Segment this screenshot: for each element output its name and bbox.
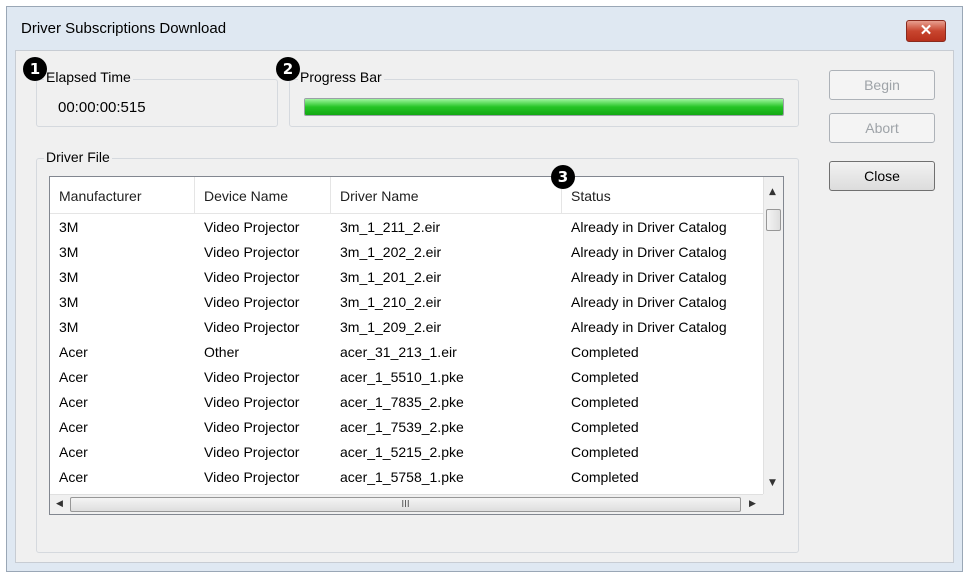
device-name-cell: Video Projector [204,219,300,235]
annotation-badge-3: 3 [551,165,575,189]
manufacturer-cell: 3M [59,244,79,260]
device-name-cell: Video Projector [204,419,300,435]
driver-name-cell: 3m_1_209_2.eir [340,319,442,335]
begin-button[interactable]: Begin [829,70,935,100]
elapsed-time-label: Elapsed Time [44,69,133,85]
vertical-scroll-thumb[interactable] [766,209,781,231]
table-row[interactable]: Acer Other acer_31_213_1.eir Completed [50,340,764,365]
device-name-cell: Video Projector [204,469,300,485]
device-name-cell: Other [204,344,240,360]
column-header-manufacturer[interactable]: Manufacturer [50,177,195,213]
table-row[interactable]: 3M Video Projector 3m_1_202_2.eir Already i… [50,240,764,265]
device-name-cell: Video Projector [204,394,300,410]
manufacturer-cell: 3M [59,219,79,235]
driver-file-list[interactable]: Manufacturer Device Name Driver Name Sta… [49,176,784,515]
status-cell: Completed [571,394,639,410]
manufacturer-cell: Acer [59,444,88,460]
close-button[interactable]: Close [829,161,935,191]
driver-name-cell: 3m_1_202_2.eir [340,244,442,260]
progress-bar [304,98,784,116]
table-row[interactable]: 3M Video Projector 3m_1_211_2.eir Already i… [50,215,764,240]
progress-bar-fill [305,99,783,115]
scroll-left-arrow-icon[interactable]: ◀ [56,499,63,509]
device-name-cell: Video Projector [204,319,300,335]
abort-button[interactable]: Abort [829,113,935,143]
column-header-device-name[interactable]: Device Name [195,177,331,213]
status-cell: Already in Driver Catalog [571,294,727,310]
status-cell: Completed [571,344,639,360]
window-title: Driver Subscriptions Download [21,20,227,37]
scroll-down-arrow-icon[interactable]: ▼ [769,478,776,488]
progress-label: Progress Bar [298,69,384,85]
driver-name-cell: acer_1_5215_2.pke [340,444,464,460]
device-name-cell: Video Projector [204,269,300,285]
annotation-badge-1: 1 [23,57,47,81]
manufacturer-cell: Acer [59,344,88,360]
driver-name-cell: 3m_1_211_2.eir [340,219,441,235]
manufacturer-cell: 3M [59,269,79,285]
status-cell: Already in Driver Catalog [571,244,727,260]
driver-name-cell: 3m_1_210_2.eir [340,294,442,310]
elapsed-time-value: 00:00:00:515 [58,99,146,116]
driver-name-cell: acer_31_213_1.eir [340,344,457,360]
table-row[interactable]: Acer Video Projector acer_1_5215_2.pke Comp… [50,440,764,465]
driver-name-cell: acer_1_5510_1.pke [340,369,464,385]
title-bar[interactable]: Driver Subscriptions Download ✕ [7,7,962,50]
column-header-status[interactable]: Status [562,177,764,213]
table-row[interactable]: 3M Video Projector 3m_1_210_2.eir Already i… [50,290,764,315]
device-name-cell: Video Projector [204,244,300,260]
status-cell: Completed [571,469,639,485]
manufacturer-cell: Acer [59,419,88,435]
driver-name-cell: acer_1_5758_1.pke [340,469,464,485]
status-cell: Completed [571,369,639,385]
device-name-cell: Video Projector [204,369,300,385]
driver-name-cell: acer_1_7539_2.pke [340,419,464,435]
status-cell: Already in Driver Catalog [571,219,727,235]
manufacturer-cell: Acer [59,394,88,410]
driver-file-label: Driver File [44,149,112,165]
device-name-cell: Video Projector [204,294,300,310]
horizontal-scroll-thumb[interactable]: III [70,497,741,512]
table-row[interactable]: Acer Video Projector acer_1_7835_2.pke Comp… [50,390,764,415]
status-cell: Completed [571,419,639,435]
annotation-badge-2: 2 [276,57,300,81]
table-row[interactable]: Acer Video Projector acer_1_7539_2.pke Comp… [50,415,764,440]
vertical-scrollbar[interactable]: ▲ ▼ [763,177,783,494]
scrollbar-corner [763,494,783,514]
table-row[interactable]: 3M Video Projector 3m_1_209_2.eir Already i… [50,315,764,340]
scroll-up-arrow-icon[interactable]: ▲ [769,187,776,197]
device-name-cell: Video Projector [204,444,300,460]
table-row[interactable]: Acer Video Projector acer_1_5510_1.pke Comp… [50,365,764,390]
status-cell: Completed [571,444,639,460]
manufacturer-cell: Acer [59,369,88,385]
driver-name-cell: acer_1_7835_2.pke [340,394,464,410]
status-cell: Already in Driver Catalog [571,269,727,285]
table-row[interactable]: 3M Video Projector 3m_1_201_2.eir Already i… [50,265,764,290]
driver-name-cell: 3m_1_201_2.eir [340,269,442,285]
manufacturer-cell: Acer [59,469,88,485]
manufacturer-cell: 3M [59,294,79,310]
window-close-button[interactable]: ✕ [906,20,946,42]
manufacturer-cell: 3M [59,319,79,335]
scroll-right-arrow-icon[interactable]: ▶ [749,499,756,509]
status-cell: Already in Driver Catalog [571,319,727,335]
horizontal-scrollbar[interactable]: ◀ III ▶ [50,494,764,514]
table-row[interactable]: Acer Video Projector acer_1_5758_1.pke Comp… [50,465,764,490]
list-header: Manufacturer Device Name Driver Name Sta… [50,177,764,214]
column-header-driver-name[interactable]: Driver Name [331,177,562,213]
close-icon: ✕ [919,22,933,39]
